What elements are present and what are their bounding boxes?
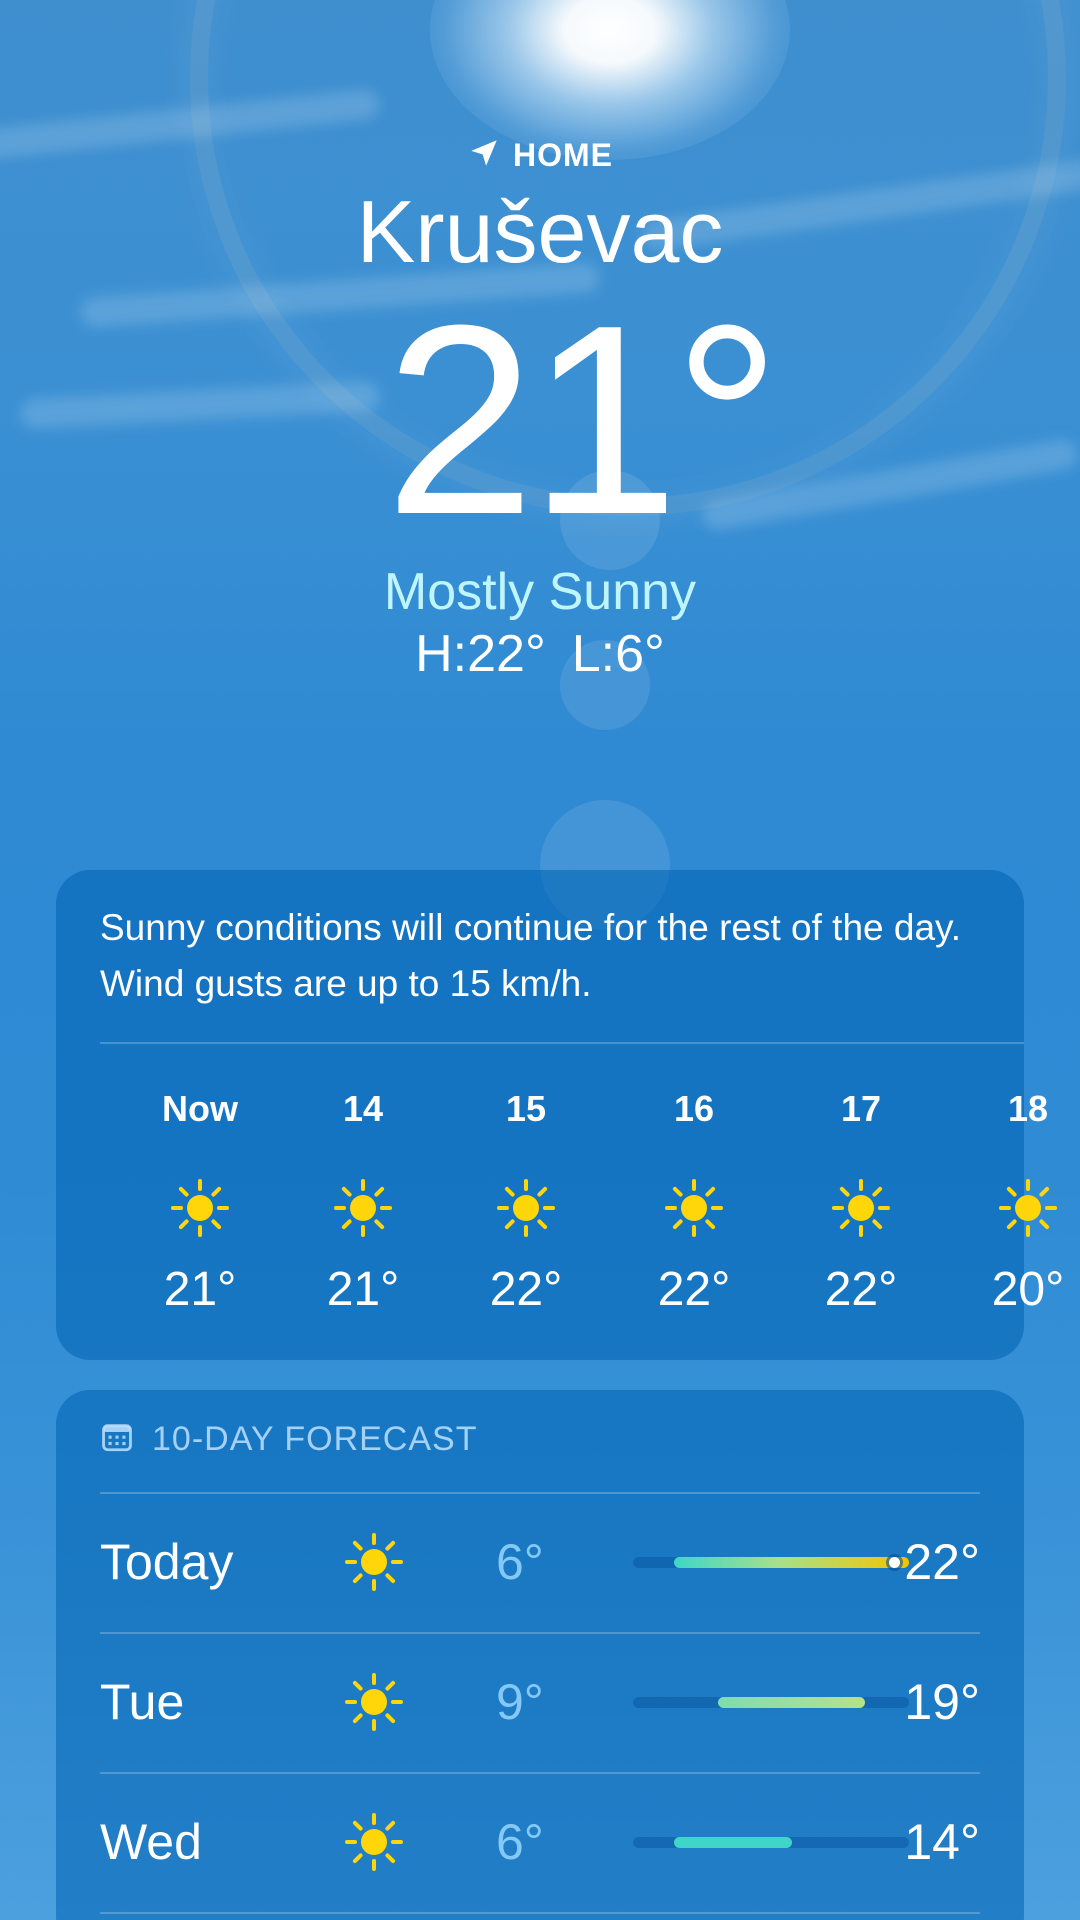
hour-time: 16 <box>673 1088 715 1129</box>
temperature-range-bar <box>633 1557 909 1568</box>
forecast-day-row[interactable]: Today 6° 22° <box>100 1494 980 1634</box>
sun-icon <box>664 1178 724 1238</box>
sun-icon <box>170 1178 230 1238</box>
hour-temperature: 21° <box>163 1263 237 1316</box>
temperature-range-fill <box>674 1837 792 1848</box>
forecast-low: 6° <box>496 1814 544 1870</box>
location-arrow-icon <box>467 136 501 175</box>
current-temperature: 21° <box>384 270 781 571</box>
calendar-icon <box>100 1420 134 1459</box>
forecast-day-label: Today <box>100 1534 234 1590</box>
sun-icon <box>333 1178 393 1238</box>
hour-time: 18 <box>1007 1088 1049 1129</box>
low-temperature: L:6° <box>571 625 665 683</box>
hour-time: 14 <box>342 1088 384 1129</box>
high-low-temperatures: H:22° L:6° <box>0 622 1080 686</box>
hour-temperature: 21° <box>326 1263 400 1316</box>
forecast-day-label: Wed <box>100 1814 202 1870</box>
ten-day-forecast-header: 10-DAY FORECAST <box>100 1420 477 1459</box>
hour-time: 17 <box>840 1088 882 1129</box>
sun-icon <box>496 1178 556 1238</box>
forecast-low: 9° <box>496 1674 544 1730</box>
hour-time: 15 <box>505 1088 547 1129</box>
hour-temperature: 22° <box>489 1263 563 1316</box>
temperature-range-fill <box>718 1697 865 1708</box>
temperature-range-bar <box>633 1697 909 1708</box>
forecast-day-row[interactable]: Tue 9° 19° <box>100 1634 980 1774</box>
hour-temperature: 22° <box>824 1263 898 1316</box>
hour-temperature: 22° <box>657 1263 731 1316</box>
current-condition: Mostly Sunny <box>383 563 697 621</box>
forecast-high: 14° <box>904 1814 980 1870</box>
sun-icon <box>998 1178 1058 1238</box>
forecast-day-row[interactable]: Wed 6° 14° <box>100 1774 980 1914</box>
sun-icon <box>831 1178 891 1238</box>
temperature-range-fill <box>674 1557 909 1568</box>
forecast-high: 19° <box>904 1674 980 1730</box>
city-name: Kruševac <box>356 182 724 281</box>
location-label: HOME <box>513 137 613 173</box>
ten-day-forecast-card[interactable]: 10-DAY FORECAST Today 6° 22° Tue 9° 19° … <box>56 1390 1024 1920</box>
divider <box>100 1912 980 1914</box>
hourly-forecast-card[interactable]: Sunny conditions will continue for the r… <box>56 870 1064 1360</box>
forecast-low: 6° <box>496 1534 544 1590</box>
high-temperature: H:22° <box>415 625 546 683</box>
hour-time: Now <box>162 1088 238 1129</box>
divider <box>100 1042 1024 1044</box>
temperature-range-bar <box>633 1837 909 1848</box>
sun-icon <box>344 1532 404 1592</box>
sun-icon <box>344 1672 404 1732</box>
sun-icon <box>344 1812 404 1872</box>
forecast-high: 22° <box>904 1534 980 1590</box>
hourly-list[interactable]: Now 21° 14 21° 15 22° 16 22° 17 22° 18 2… <box>78 1070 1064 1350</box>
location-header[interactable]: HOME <box>0 136 1080 175</box>
forecast-day-label: Tue <box>100 1674 185 1730</box>
weather-summary: Sunny conditions will continue for the r… <box>100 907 962 1004</box>
hour-temperature: 20° <box>991 1263 1065 1316</box>
ten-day-forecast-title: 10-DAY FORECAST <box>152 1420 478 1458</box>
